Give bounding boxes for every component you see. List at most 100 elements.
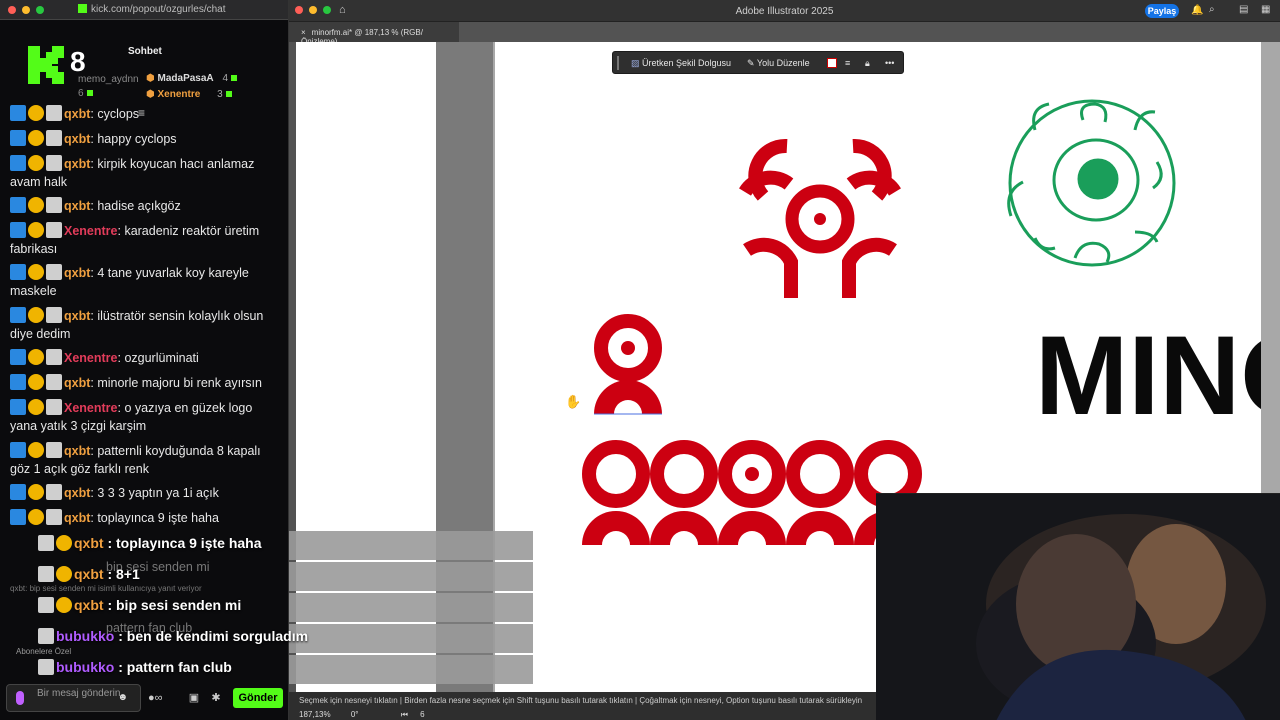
close-tab-icon[interactable]: × (301, 28, 306, 37)
chat-username[interactable]: qxbt (64, 444, 90, 458)
artboard-number[interactable]: 6 (420, 710, 424, 719)
chat-message[interactable]: qxbt: minorle majoru bi renk ayırsın (10, 374, 280, 392)
zoom-window-button[interactable] (36, 6, 44, 14)
chat-message[interactable]: qxbt: cyclops (10, 105, 280, 123)
top-chatter-count: 4 (222, 73, 228, 84)
chat-message[interactable]: Xenentre: karadeniz reaktör üretim fabri… (10, 222, 280, 258)
chat-username[interactable]: qxbt (64, 266, 90, 280)
more-options-icon[interactable]: ••• (885, 58, 894, 68)
top-chatter-1[interactable]: memo_aydnn (78, 74, 139, 85)
pattern-eye[interactable] (786, 440, 854, 508)
overlay-chat-row: bubukko : ben de kendimi sorguladım (38, 628, 308, 648)
store-icon[interactable]: ▣ (188, 692, 200, 704)
close-window-button[interactable] (8, 6, 16, 14)
chat-input-placeholder: Bir mesaj gönderin (37, 688, 121, 699)
chat-input[interactable]: Bir mesaj gönderin ☻ (6, 684, 141, 712)
lock-icon[interactable]: 🔒︎ (865, 58, 870, 69)
subscriber-badge-icon (46, 197, 62, 213)
overlay-text: : ben de kendimi sorguladım (114, 628, 309, 644)
edit-path-label: Yolu Düzenle (756, 58, 810, 68)
document-tab[interactable]: ×minorfm.ai* @ 187,13 % (RGB/Önizleme) (289, 22, 459, 46)
chat-username[interactable]: Xenentre (64, 351, 118, 365)
top-chatter-name: MadaPasaA (157, 73, 214, 84)
microphone-icon[interactable] (16, 691, 24, 705)
generative-fill-button[interactable]: ▨ Üretken Şekil Dolgusu (631, 58, 731, 69)
top-chatter-count: 6 (78, 88, 84, 99)
points-icon[interactable]: ●∞ (148, 692, 163, 704)
subscriber-badge-icon (46, 264, 62, 280)
chat-message[interactable]: qxbt: kirpik koyucan hacı anlamaz avam h… (10, 155, 280, 191)
emoji-icon[interactable]: ☻ (117, 692, 128, 703)
chat-username[interactable]: qxbt (64, 132, 90, 146)
zoom-level[interactable]: 187,13% (299, 710, 331, 719)
top-chatter-1-count: 6 (78, 88, 93, 99)
settings-gear-icon[interactable]: ✱ (210, 692, 222, 704)
overlay-text: : bip sesi senden mi (103, 597, 242, 613)
first-artboard-icon[interactable]: ⏮ (401, 710, 408, 719)
chat-username[interactable]: Xenentre (64, 224, 118, 238)
moderator-badge-icon (10, 349, 26, 365)
kick-favicon-icon (78, 4, 87, 13)
chat-username[interactable]: qxbt (64, 309, 90, 323)
moderator-badge-icon (10, 374, 26, 390)
chat-message[interactable]: qxbt: 3 3 3 yaptın ya 1i açık (10, 484, 280, 502)
search-icon[interactable]: ⌕ (1209, 4, 1215, 15)
chat-username[interactable]: qxbt (64, 157, 90, 171)
chat-text: : ozgurlüminati (117, 351, 199, 365)
top-chatter-2[interactable]: ⬢ MadaPasaA 4 (146, 73, 237, 84)
chat-username[interactable]: qxbt (64, 107, 90, 121)
chat-username[interactable]: qxbt (64, 511, 90, 525)
chat-username[interactable]: qxbt (64, 199, 90, 213)
overlay-username: bubukko (56, 628, 115, 644)
share-button[interactable]: Paylaş (1145, 4, 1179, 18)
chat-message[interactable]: qxbt: happy cyclops (10, 130, 280, 148)
zoom-controls: 187,13% 0° ⏮ 6 (299, 710, 425, 720)
panel-icon[interactable]: ▦ (1261, 4, 1270, 15)
kick-gem-icon (231, 75, 237, 81)
edit-path-button[interactable]: ✎ Yolu Düzenle (747, 58, 810, 69)
chat-message-list[interactable]: qxbt: cyclops qxbt: happy cyclops qxbt: ki… (0, 100, 289, 680)
chat-message[interactable]: qxbt: 4 tane yuvarlak koy kareyle maskel… (10, 264, 280, 300)
coin-badge-icon (28, 222, 44, 238)
rotation-value[interactable]: 0° (351, 710, 359, 719)
chat-username[interactable]: qxbt (64, 486, 90, 500)
coin-badge-icon (28, 399, 44, 415)
pattern-eye[interactable] (650, 440, 718, 508)
pattern-eye[interactable] (582, 440, 650, 508)
chat-message[interactable]: qxbt: toplayınca 9 işte haha (10, 509, 280, 527)
subscriber-badge-icon (46, 484, 62, 500)
eye-pattern-row[interactable] (582, 440, 922, 545)
chat-url: kick.com/popout/ozgurles/chat (78, 4, 226, 15)
chat-message[interactable]: qxbt: hadise açıkgöz (10, 197, 280, 215)
drag-handle[interactable] (617, 56, 619, 70)
tab-chat[interactable]: Sohbet (128, 46, 162, 57)
send-button[interactable]: Gönder (233, 688, 283, 708)
workspace-icon[interactable]: ▤ (1239, 4, 1248, 15)
subscribers-only-label: Abonelere Özel (16, 647, 72, 656)
chat-message[interactable]: Xenentre: o yazıya en güzek logo yana ya… (10, 399, 280, 435)
moderator-badge-icon (10, 155, 26, 171)
overlay-chat-row: qxbt : toplayınca 9 işte haha (38, 535, 262, 555)
wordmark-text[interactable]: MINO (1035, 313, 1261, 438)
green-sketch-logo[interactable] (1007, 99, 1176, 267)
moderator-badge-icon (10, 442, 26, 458)
align-icon[interactable]: ≡ (845, 58, 850, 68)
top-chatter-count: 3 (217, 89, 223, 100)
chat-message[interactable]: Xenentre: ozgurlüminati (10, 349, 280, 367)
single-eye-mark[interactable] (594, 314, 662, 415)
overlay-text: : pattern fan club (114, 659, 232, 675)
chat-message[interactable]: qxbt: ilüstratör sensin kolaylık olsun d… (10, 307, 280, 343)
chat-message[interactable]: qxbt: patternli koyduğunda 8 kapalı göz … (10, 442, 280, 478)
chat-username[interactable]: qxbt (64, 376, 90, 390)
chat-username[interactable]: Xenentre (64, 401, 118, 415)
chat-window: kick.com/popout/ozgurles/chat 8 Sohbet m… (0, 0, 308, 720)
open-eye-pupil (745, 467, 759, 481)
overlay-username: qxbt (74, 566, 104, 582)
fill-swatch-icon[interactable] (827, 58, 837, 68)
top-chatter-3[interactable]: ⬢ Xenentre 3 (146, 89, 232, 100)
notifications-icon[interactable]: 🔔 (1191, 5, 1203, 16)
kick-gem-icon (86, 90, 93, 96)
minimize-window-button[interactable] (22, 6, 30, 14)
chat-text: : toplayınca 9 işte haha (90, 511, 219, 525)
eye-cluster-logo[interactable] (739, 138, 901, 298)
